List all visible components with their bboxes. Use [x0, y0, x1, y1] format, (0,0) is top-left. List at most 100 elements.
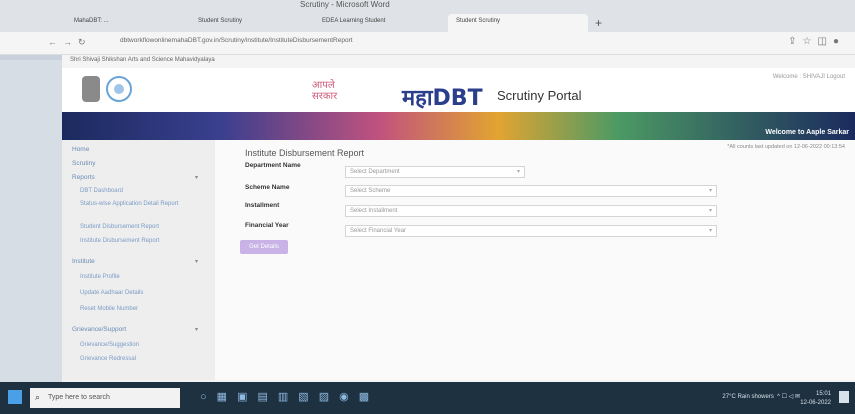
sidebar-item-update-aadhaar[interactable]: Update Aadhaar Details [80, 290, 143, 296]
back-icon[interactable]: ← [48, 37, 63, 47]
sidebar-item-label: Grievance/Support [72, 326, 127, 333]
sidebar-item-label: Grievance/Suggestion [80, 342, 140, 348]
department-select[interactable]: Select Department ▾ [345, 166, 525, 178]
task-view-icon[interactable]: ▦ [217, 391, 237, 403]
chevron-down-icon: ▾ [194, 259, 198, 265]
sidebar-item-status-wise-report[interactable]: Status-wise Application Detail Report [80, 200, 200, 208]
sidebar-item-grievance-support[interactable]: Grievance/Support ▾ [72, 326, 206, 333]
seal-icon [106, 76, 132, 102]
chrome-icon[interactable]: ◉ [339, 391, 359, 403]
file-explorer-icon[interactable]: ▤ [257, 391, 277, 403]
sidebar-item-label: Grievance Redressal [80, 356, 137, 362]
tab-label: Student Scrutiny [198, 18, 243, 24]
state-emblem-icon [82, 76, 100, 102]
update-note: *All counts last updated on 12-06-2022 0… [727, 144, 845, 150]
sidebar-item-student-disbursement-report[interactable]: Student Disbursement Report [80, 224, 159, 230]
user-info[interactable]: Welcome : SHIVAJI Logout [773, 74, 845, 80]
system-tray: 27°C Rain showers ^ ☐ ◁ ✉ [722, 393, 800, 400]
app-icon[interactable]: ▧ [298, 391, 318, 403]
scheme-label: Scheme Name [245, 184, 290, 191]
app-icon[interactable]: ▨ [319, 391, 339, 403]
sidebar-item-scrutiny[interactable]: Scrutiny [72, 160, 95, 167]
department-label: Department Name [245, 162, 301, 169]
search-icon: ⌕ [35, 392, 41, 402]
browser-tab-bar: Scrutiny - Microsoft Word MahaDBT: ... S… [0, 0, 855, 34]
chevron-down-icon: ▾ [194, 327, 198, 333]
notification-icon[interactable] [839, 391, 849, 403]
financial-year-label: Financial Year [245, 222, 289, 229]
bookmark-bar: Shri Shivaji Shikshan Arts and Science M… [60, 54, 855, 68]
main-content: Institute Disbursement Report *All count… [215, 140, 855, 380]
scheme-placeholder: Select Scheme [350, 188, 391, 194]
app-icon[interactable]: ▥ [278, 391, 298, 403]
tray-icons[interactable]: ^ ☐ ◁ ✉ [775, 394, 800, 400]
get-details-button[interactable]: Get Details [240, 240, 288, 254]
sidebar-item-label: Status-wise Application Detail Report [80, 201, 179, 207]
mahadbt-logo: महाDBT [402, 86, 483, 111]
nav-buttons[interactable]: ←→↻ [48, 37, 92, 48]
chevron-down-icon: ▾ [516, 169, 520, 175]
welcome-text: Welcome to Aaple Sarkar [765, 129, 849, 136]
windows-start-icon[interactable] [8, 390, 22, 404]
tab-label: MahaDBT: ... [74, 18, 109, 24]
portal-title: Scrutiny Portal [497, 88, 582, 103]
page-title: Institute Disbursement Report [245, 148, 365, 158]
forward-icon[interactable]: → [63, 37, 78, 47]
app-icon[interactable]: ▣ [237, 391, 257, 403]
aaple-sarkar-logo: आपले सरकार [312, 80, 337, 102]
banner-band: Welcome to Aaple Sarkar [62, 112, 855, 140]
clock[interactable]: 15:01 12-06-2022 [800, 390, 831, 408]
time: 15:01 [815, 391, 831, 397]
app-icon[interactable]: ▩ [359, 391, 379, 403]
url-text[interactable]: dbtworkflowonlinemahaDBT.gov.in/Scrutiny… [120, 37, 353, 44]
sidebar-item-label: Institute [72, 258, 95, 265]
profile-icon[interactable]: ● [833, 36, 845, 47]
sidebar-item-institute[interactable]: Institute ▾ [72, 258, 206, 265]
sidebar-item-reset-mobile[interactable]: Reset Mobile Number [80, 306, 138, 312]
address-bar: ←→↻ dbtworkflowonlinemahaDBT.gov.in/Scru… [0, 32, 855, 55]
financial-year-select[interactable]: Select Financial Year ▾ [345, 225, 717, 237]
sidebar-item-reports[interactable]: Reports ▾ [72, 174, 206, 181]
scheme-select[interactable]: Select Scheme ▾ [345, 185, 717, 197]
address-bar-icons: ⇪☆◫● [788, 36, 845, 47]
cortana-icon[interactable]: ○ [200, 391, 217, 403]
tab-label: EDEA Learning Student [322, 18, 386, 24]
sidebar-item-label: Update Aadhaar Details [80, 290, 144, 296]
taskbar-search[interactable]: ⌕ Type here to search [30, 388, 180, 408]
sidebar-item-institute-profile[interactable]: Institute Profile [80, 274, 120, 280]
sidebar-item-label: Reports [72, 174, 95, 181]
chevron-down-icon: ▾ [194, 175, 198, 181]
browser-tab[interactable]: Student Scrutiny [190, 14, 310, 32]
sidebar-item-home[interactable]: Home [72, 146, 89, 153]
sidebar-item-dbt-dashboard[interactable]: DBT Dashboard [80, 188, 123, 194]
taskbar-apps: ○▦▣▤▥▧▨◉▩ [200, 390, 379, 403]
sidebar-item-label: DBT Dashboard [80, 188, 123, 194]
sidebar-item-label: Reset Mobile Number [80, 306, 139, 312]
browser-tab[interactable]: EDEA Learning Student [314, 14, 444, 32]
browser-tab[interactable]: MahaDBT: ... [66, 14, 186, 32]
logo-line2: सरकार [312, 91, 338, 102]
sidebar-item-grievance-suggestion[interactable]: Grievance/Suggestion [80, 342, 139, 348]
site-name: Shri Shivaji Shikshan Arts and Science M… [70, 57, 215, 63]
financial-year-placeholder: Select Financial Year [350, 228, 407, 234]
share-icon[interactable]: ⇪ [788, 36, 802, 47]
new-tab-icon[interactable]: + [595, 16, 602, 30]
weather-text[interactable]: 27°C Rain showers [722, 394, 773, 400]
sidebar-item-institute-disbursement-report[interactable]: Institute Disbursement Report [80, 238, 159, 244]
sidebar: Home Scrutiny Reports ▾ DBT Dashboard Sta… [62, 140, 216, 380]
taskbar: ⌕ Type here to search ○▦▣▤▥▧▨◉▩ 27°C Rai… [0, 382, 855, 414]
reload-icon[interactable]: ↻ [78, 37, 92, 47]
sidebar-item-label: Scrutiny [72, 160, 96, 167]
window-title: Scrutiny - Microsoft Word [300, 0, 390, 9]
sidebar-item-grievance-redressal[interactable]: Grievance Redressal [80, 356, 136, 362]
star-icon[interactable]: ☆ [803, 36, 818, 47]
installment-label: Installment [245, 202, 280, 209]
chevron-down-icon: ▾ [708, 188, 712, 194]
department-placeholder: Select Department [350, 169, 400, 175]
browser-tab-active[interactable]: Student Scrutiny [448, 14, 588, 32]
background-window [0, 0, 62, 382]
tab-label: Student Scrutiny [456, 18, 501, 24]
installment-select[interactable]: Select Installment ▾ [345, 205, 717, 217]
extension-icon[interactable]: ◫ [818, 36, 833, 47]
installment-placeholder: Select Installment [350, 208, 398, 214]
